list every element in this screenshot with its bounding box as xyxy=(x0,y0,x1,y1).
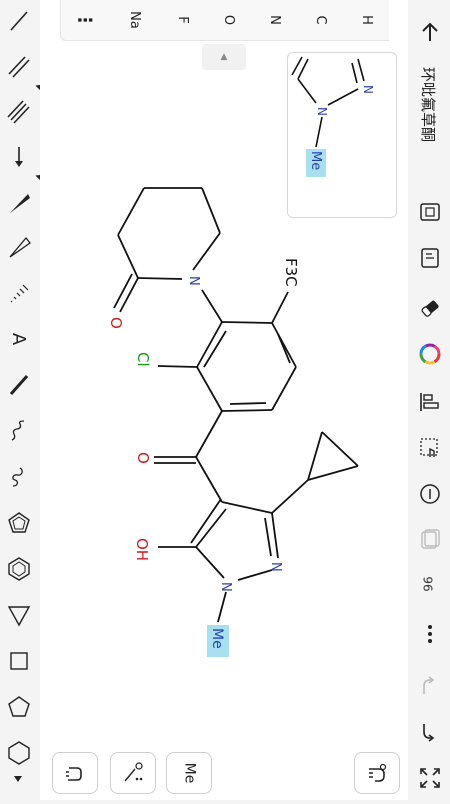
select-hand-button[interactable] xyxy=(354,752,400,794)
cyclopentadiene-tool[interactable] xyxy=(4,508,34,538)
text-a-icon: A xyxy=(8,333,29,346)
wedge-bond-icon xyxy=(10,194,30,213)
element-f-button[interactable]: F xyxy=(171,8,195,32)
element-c-button[interactable]: C xyxy=(309,8,333,32)
single-bond-tool[interactable] xyxy=(4,6,34,36)
fullscreen-button[interactable] xyxy=(416,764,444,792)
template-button[interactable] xyxy=(416,198,444,226)
methyl-group-label: Me xyxy=(180,762,197,784)
preview-structure: N N Me xyxy=(291,56,375,177)
element-na-button[interactable]: Na xyxy=(123,8,147,32)
atom-pyrazole-n1: N xyxy=(218,582,233,592)
copy-icon xyxy=(421,529,440,549)
more-options-button[interactable] xyxy=(416,620,444,648)
hashed-bond-tool[interactable] xyxy=(4,278,34,308)
molecule-title: 环吡氟草酮 xyxy=(416,54,440,154)
hand-pan-button[interactable] xyxy=(52,752,98,794)
template-icon xyxy=(420,203,440,221)
align-icon xyxy=(420,393,439,411)
arrow-down-icon xyxy=(15,147,23,167)
benzene-icon xyxy=(8,557,30,581)
redo-icon xyxy=(423,676,435,694)
atom-f3c: F3C xyxy=(282,258,300,287)
methyl-group-button[interactable]: Me xyxy=(166,752,212,794)
zoom-level[interactable]: 96 xyxy=(416,572,440,596)
svg-text:A: A xyxy=(8,333,29,346)
pointer-hand-icon xyxy=(369,763,387,782)
double-bond-icon xyxy=(8,56,30,78)
export-icon xyxy=(421,248,439,268)
atom-lactam-oxygen: O xyxy=(107,317,125,329)
preview-methyl: Me xyxy=(308,151,323,170)
more-vertical-icon xyxy=(428,625,432,643)
wavy-bond-icon xyxy=(11,420,25,441)
hexagon-ring-icon xyxy=(8,741,30,765)
redo-button[interactable] xyxy=(416,672,444,700)
atom-chlorine: Cl xyxy=(134,352,152,367)
molecule-title-text: 环吡氟草酮 xyxy=(418,66,437,142)
export-button[interactable] xyxy=(416,244,444,272)
atom-info-button[interactable] xyxy=(416,480,444,508)
triangle-ring-icon xyxy=(7,606,31,627)
element-bar-more-button[interactable]: ⋮ xyxy=(73,8,97,32)
copy-button[interactable] xyxy=(416,526,444,554)
double-bond-tool[interactable] xyxy=(4,52,34,82)
molecule-preview[interactable]: N N Me xyxy=(287,52,397,218)
atom-n-lactam: N xyxy=(186,276,201,286)
square-ring-icon xyxy=(10,652,28,670)
element-n-button[interactable]: N xyxy=(263,8,287,32)
arrow-up-icon xyxy=(422,22,438,41)
cyclopentadiene-icon xyxy=(8,512,30,533)
element-o-button[interactable]: O xyxy=(217,8,241,32)
chevron-up-icon: ▲ xyxy=(220,52,228,62)
select-hand-icon xyxy=(420,438,438,457)
pentagon-ring-icon xyxy=(8,696,30,717)
curly-bond-icon xyxy=(12,467,23,487)
element-h-button[interactable]: H xyxy=(355,8,379,32)
text-tool[interactable]: A xyxy=(4,324,34,354)
eraser-button[interactable] xyxy=(416,294,444,322)
eraser-icon xyxy=(421,300,439,317)
bold-bond-icon xyxy=(9,375,29,395)
single-bond-icon xyxy=(10,11,28,31)
select-button[interactable] xyxy=(416,434,444,462)
color-picker-button[interactable] xyxy=(416,340,444,368)
element-bar-collapse-button[interactable]: ▲ xyxy=(202,44,246,70)
color-wheel-icon xyxy=(419,343,441,365)
hand-icon xyxy=(66,767,82,781)
hollow-wedge-tool[interactable] xyxy=(4,232,34,262)
cyclohexane-tool[interactable] xyxy=(4,738,34,768)
atom-carbonyl-oxygen: O xyxy=(134,452,152,464)
bold-bond-tool[interactable] xyxy=(4,370,34,400)
curly-bond-tool[interactable] xyxy=(4,462,34,492)
preview-n1: N xyxy=(361,85,375,94)
wedge-bond-tool[interactable] xyxy=(4,188,34,218)
zoom-level-text: 96 xyxy=(421,576,435,592)
hashed-bond-icon xyxy=(10,284,29,303)
preview-n2: N xyxy=(315,107,329,116)
atom-methyl: Me xyxy=(209,628,225,649)
arrow-tool[interactable] xyxy=(4,142,34,172)
undo-button[interactable] xyxy=(416,718,444,746)
triple-bond-icon xyxy=(7,100,30,124)
benzene-tool[interactable] xyxy=(4,554,34,584)
radical-dots-icon xyxy=(124,762,143,782)
expand-icon xyxy=(420,768,440,788)
triple-bond-tool[interactable] xyxy=(4,96,34,126)
minus-circle-icon xyxy=(420,484,440,504)
wavy-bond-tool[interactable] xyxy=(4,416,34,446)
toolbar-scroll-down-icon[interactable] xyxy=(14,776,22,782)
cyclopentane-tool[interactable] xyxy=(4,692,34,722)
atom-pyrazole-n2: N xyxy=(268,562,283,572)
radical-button[interactable] xyxy=(110,752,156,794)
cyclopropane-tool[interactable] xyxy=(4,600,34,630)
hollow-wedge-icon xyxy=(9,236,31,258)
align-button[interactable] xyxy=(416,388,444,416)
left-toolbar: A xyxy=(0,0,45,800)
element-bar: ⋮ Na F O N C H xyxy=(60,0,389,41)
back-button[interactable] xyxy=(416,18,444,46)
cyclobutane-tool[interactable] xyxy=(4,646,34,676)
undo-icon xyxy=(423,724,435,742)
atom-hydroxyl: OH xyxy=(133,538,151,561)
